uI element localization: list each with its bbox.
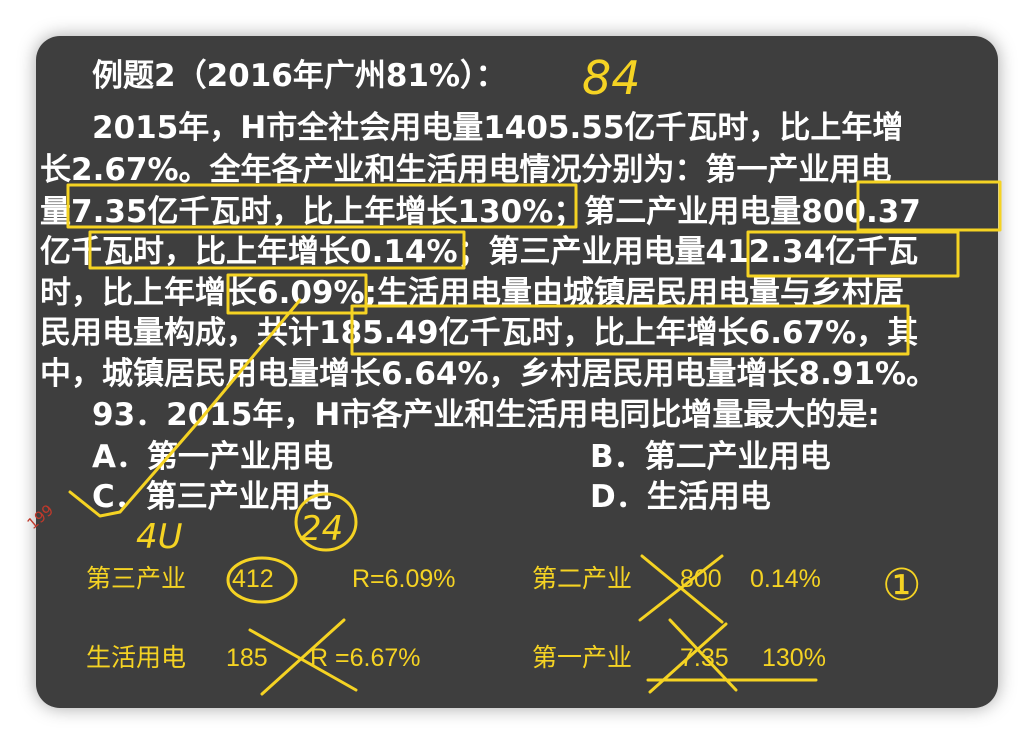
note-life-label: 生活用电 — [86, 644, 187, 672]
note-third-value: 412 — [232, 565, 274, 593]
problem-line-6: 民用电量构成，共计185.49亿千瓦时，比上年增长6.67%，其 — [40, 315, 919, 351]
note-second-label: 第二产业 — [532, 565, 633, 593]
option-b: B．第二产业用电 — [590, 439, 831, 475]
option-c: C．第三产业用电 — [92, 479, 332, 515]
question-text: 93．2015年，H市各产业和生活用电同比增量最大的是: — [92, 397, 880, 433]
problem-line-5: 时，比上年增长6.09%;生活用电量由城镇居民用电量与乡村居 — [40, 275, 904, 311]
problem-line-1: 2015年，H市全社会用电量1405.55亿千瓦时，比上年增 — [92, 110, 904, 146]
note-first-value: 7.35 — [680, 644, 729, 672]
note-life-value: 185 — [226, 644, 268, 672]
problem-title: 例题2（2016年广州81%）： — [92, 58, 507, 94]
problem-line-2: 长2.67%。全年各产业和生活用电情况分别为：第一产业用电 — [40, 152, 892, 188]
note-second-value: 800 — [680, 565, 722, 593]
problem-line-3: 量7.35亿千瓦时，比上年增长130%；第二产业用电量800.37 — [40, 194, 921, 230]
problem-line-7: 中，城镇居民用电量增长6.64%，乡村居民用电量增长8.91%。 — [40, 356, 938, 392]
note-third-rate: R=6.09% — [352, 565, 456, 593]
option-d: D．生活用电 — [590, 479, 771, 515]
note-first-rate: 130% — [762, 644, 826, 672]
note-second-rate: 0.14% — [750, 565, 821, 593]
note-first-label: 第一产业 — [532, 644, 633, 672]
option-a: A．第一产业用电 — [92, 439, 333, 475]
note-life-rate: R =6.67% — [310, 644, 421, 672]
problem-line-4: 亿千瓦时，比上年增长0.14%；第三产业用电量412.34亿千瓦 — [40, 234, 919, 270]
note-third-label: 第三产业 — [86, 565, 187, 593]
